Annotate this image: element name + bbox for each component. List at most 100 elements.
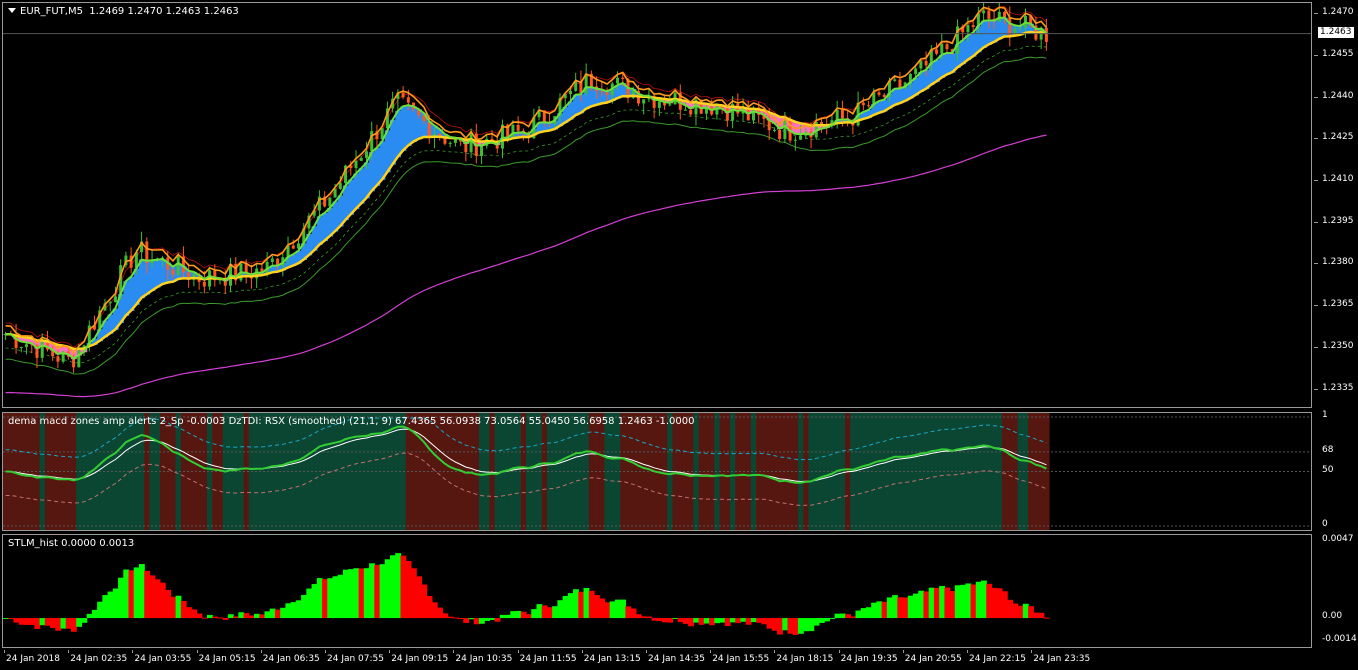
candle-body (56, 356, 60, 362)
histogram-bar (374, 564, 381, 619)
time-tick-mark (196, 650, 198, 653)
histogram-bar (975, 581, 982, 619)
histogram-bar (646, 616, 653, 619)
dropdown-triangle-icon[interactable] (8, 8, 16, 13)
histogram-bar (316, 578, 323, 619)
histogram-bar (180, 600, 187, 619)
histogram-bar (829, 618, 836, 620)
histogram-bar (865, 607, 872, 619)
candle-body (516, 124, 520, 131)
price-tick-label: 1.2365 (1322, 299, 1354, 310)
histogram-bar (86, 613, 93, 619)
histogram-bar (358, 568, 365, 619)
histogram-bar (353, 568, 360, 619)
ma-cloud-segment (384, 130, 391, 173)
histogram-bar (196, 613, 203, 619)
histogram-bar (50, 618, 56, 629)
candle-body (1008, 17, 1012, 36)
time-tick-mark (68, 650, 70, 653)
histogram-tick-label: -0.0014 (1322, 634, 1357, 644)
time-tick-label: 24 Jan 23:35 (1033, 654, 1091, 664)
histogram-bar (410, 568, 417, 619)
price-tick-mark (1314, 13, 1318, 15)
histogram-bar (416, 576, 422, 619)
histogram-bar (761, 618, 768, 625)
candle-body (914, 68, 918, 74)
histogram-bar (729, 618, 736, 623)
candle-body (684, 109, 688, 111)
histogram-bar (661, 618, 668, 623)
histogram-bar (212, 616, 219, 619)
histogram-bar (499, 614, 506, 619)
histogram-bar (379, 564, 386, 619)
histogram-bar (149, 575, 156, 619)
histogram-bar (458, 618, 464, 620)
histogram-bar (944, 587, 951, 619)
histogram-bar (892, 595, 898, 619)
histogram-bar (123, 569, 130, 619)
histogram-bar (745, 618, 752, 625)
candle-body (291, 245, 295, 249)
histogram-bar (881, 601, 888, 619)
histogram-bar (290, 602, 297, 619)
candle-body (40, 340, 44, 358)
histogram-bar (960, 584, 966, 619)
histogram-bar (1033, 612, 1040, 619)
histogram-bar (567, 593, 574, 619)
histogram-bar (18, 618, 25, 625)
candle-body (113, 296, 117, 303)
price-tick-mark (1314, 305, 1318, 307)
histogram-bar (91, 609, 98, 619)
histogram-bar (850, 616, 857, 619)
time-tick-label: 24 Jan 22:15 (969, 654, 1026, 664)
time-tick-mark (710, 650, 712, 653)
candle-body (772, 129, 776, 131)
histogram-bar (468, 618, 475, 620)
histogram-bar (264, 611, 271, 619)
histogram-bar (133, 567, 140, 619)
time-tick-label: 24 Jan 2018 (6, 654, 60, 664)
histogram-bar (782, 618, 789, 631)
candle-body (882, 94, 886, 97)
price-axis: 1.2470 1.2455 1.2440 1.2425 1.2410 1.2395 1.23… (1314, 2, 1358, 408)
histogram-bar (902, 597, 909, 619)
candle-body (657, 101, 661, 108)
histogram-tick-label: 0.0047 (1322, 534, 1354, 544)
candle-body (898, 79, 902, 88)
histogram-bar (128, 570, 135, 619)
time-tick-mark (774, 650, 776, 653)
candle-body (793, 139, 797, 141)
histogram-bar (750, 618, 757, 623)
upper-band-line (5, 6, 1047, 349)
histogram-bar (954, 585, 961, 619)
candle-body (364, 151, 368, 158)
candle-body (568, 90, 572, 95)
histogram-bar (238, 612, 245, 619)
candle-body (867, 105, 871, 107)
histogram-bar (824, 618, 830, 622)
price-tick-label: 1.2395 (1322, 215, 1354, 226)
price-tick-mark (1314, 54, 1318, 56)
histogram-bar (907, 595, 914, 619)
rsx-tdi-pane[interactable]: dema macd zones amp alerts 2_Sp -0.0003 … (2, 412, 1312, 531)
histogram-bar (656, 618, 663, 621)
histogram-bar (233, 616, 239, 619)
histogram-bar (813, 618, 820, 626)
price-tick-label: 1.2380 (1322, 257, 1354, 268)
histogram-bar (107, 591, 114, 619)
histogram-bar (981, 580, 987, 619)
histogram-bar (803, 618, 810, 632)
price-chart-pane[interactable]: EUR_FUT,M5 1.2469 1.2470 1.2463 1.2463 (2, 2, 1312, 408)
histogram-bar (771, 618, 778, 631)
ma-cloud-segment (390, 119, 396, 165)
price-tick-mark (1314, 179, 1318, 181)
histogram-axis: 0.0047 0.00 -0.0014 (1314, 534, 1358, 648)
histogram-bar (719, 618, 726, 623)
histogram-bar (839, 613, 846, 619)
ma-cloud-segment (353, 173, 360, 210)
histogram-bar (55, 618, 62, 631)
time-tick-label: 24 Jan 02:35 (70, 654, 128, 664)
ma-cloud-segment (400, 106, 407, 151)
candle-body (725, 108, 729, 121)
stlm-histogram-pane[interactable]: STLM_hist 0.0000 0.0013 (2, 534, 1312, 648)
